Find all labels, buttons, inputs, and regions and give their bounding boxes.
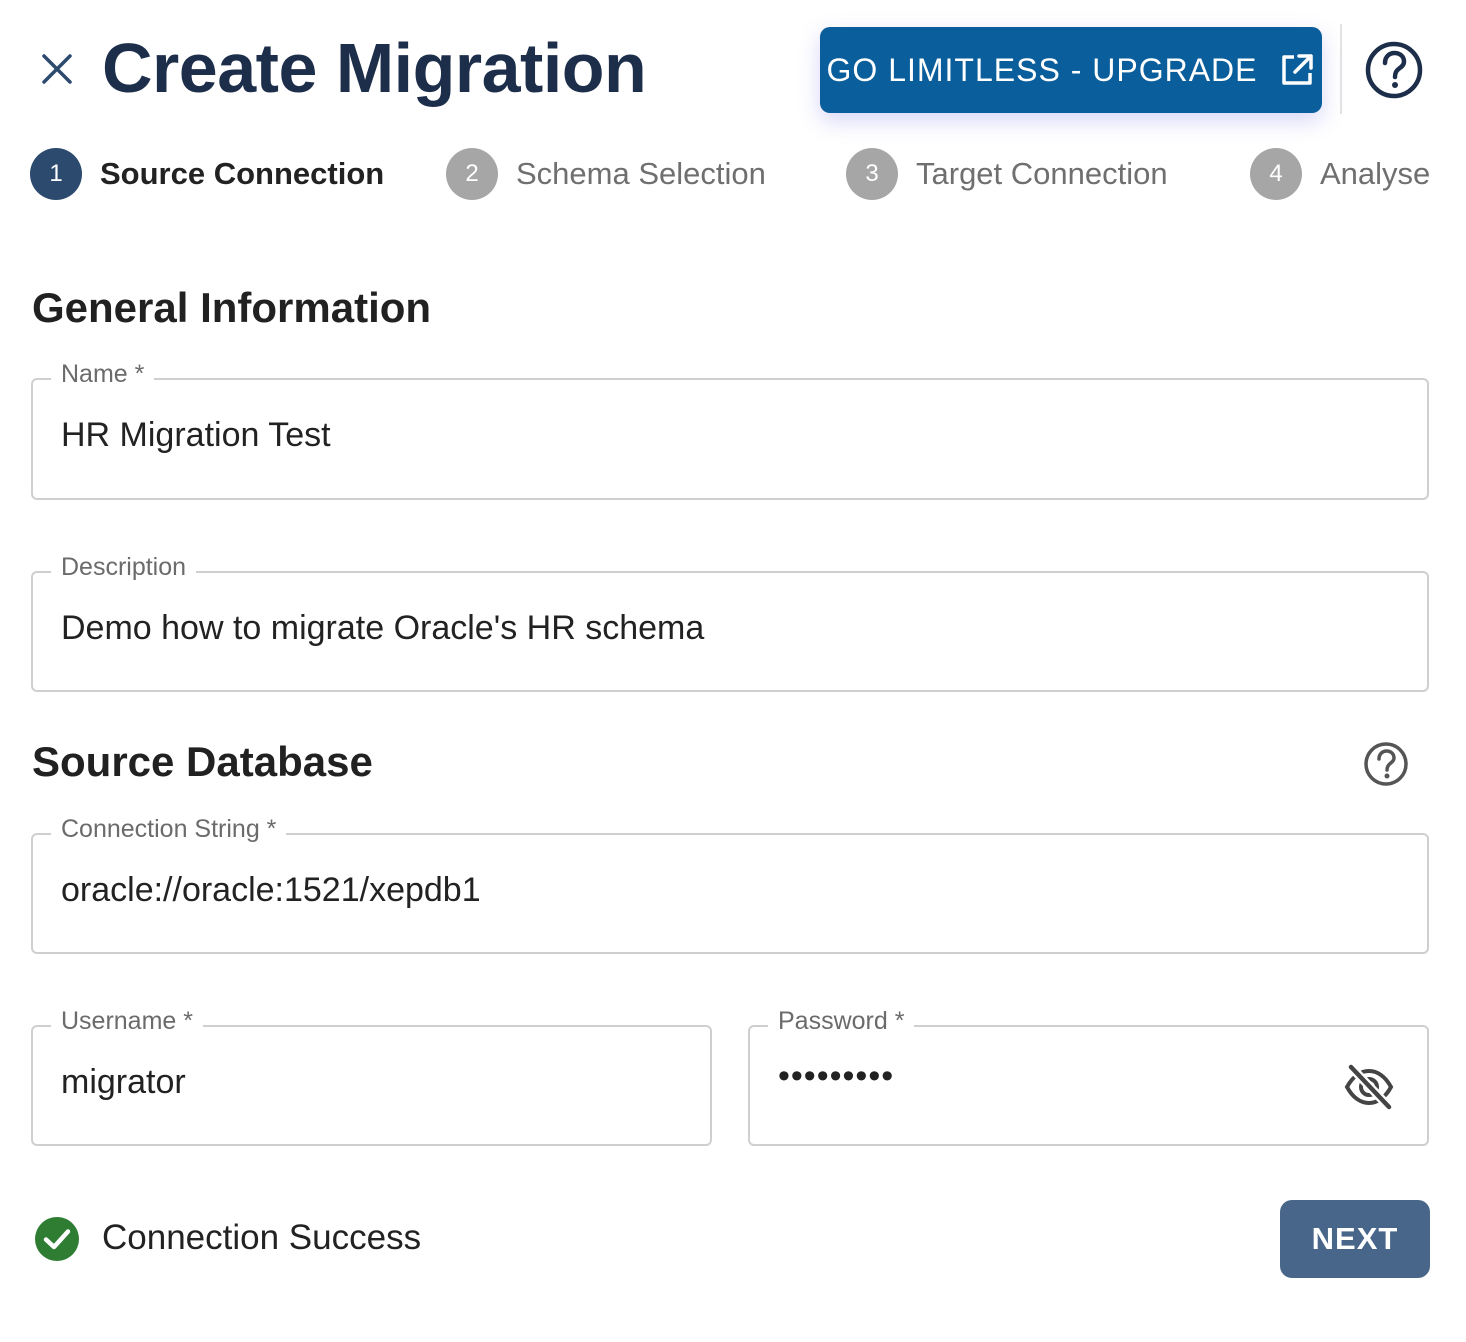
username-field[interactable]: Username * migrator xyxy=(31,1007,712,1146)
check-circle-icon xyxy=(35,1217,79,1261)
description-field[interactable]: Description Demo how to migrate Oracle's… xyxy=(31,553,1429,692)
help-circle-icon[interactable] xyxy=(1364,40,1424,100)
description-input[interactable]: Demo how to migrate Oracle's HR schema xyxy=(61,609,704,648)
close-icon xyxy=(42,54,72,84)
close-button[interactable] xyxy=(36,48,78,90)
general-information-heading: General Information xyxy=(32,284,432,331)
connection-string-label: Connection String * xyxy=(51,815,287,844)
step-label: Analyse xyxy=(1320,156,1431,191)
step-target-connection[interactable]: 3 Target Connection xyxy=(846,148,1168,200)
eye-off-icon[interactable] xyxy=(1343,1063,1395,1111)
step-label: Target Connection xyxy=(916,156,1168,191)
name-input[interactable]: HR Migration Test xyxy=(61,416,331,455)
password-label: Password * xyxy=(768,1007,915,1036)
header-divider xyxy=(1340,24,1342,114)
help-circle-icon[interactable] xyxy=(1362,740,1410,788)
external-link-icon xyxy=(1282,54,1314,85)
connection-status: Connection Success xyxy=(102,1218,422,1257)
step-number: 1 xyxy=(30,148,82,200)
step-label: Schema Selection xyxy=(516,156,766,191)
create-migration-dialog: Create Migration GO LIMITLESS - UPGRADE … xyxy=(0,0,1466,1342)
step-schema-selection[interactable]: 2 Schema Selection xyxy=(446,148,766,200)
source-database-heading: Source Database xyxy=(32,738,373,785)
step-analyse[interactable]: 4 Analyse xyxy=(1250,148,1430,200)
page-title: Create Migration xyxy=(102,29,647,107)
name-field[interactable]: Name * HR Migration Test xyxy=(31,360,1429,500)
username-input[interactable]: migrator xyxy=(61,1063,186,1102)
connection-string-field[interactable]: Connection String * oracle://oracle:1521… xyxy=(31,815,1429,954)
step-number: 3 xyxy=(846,148,898,200)
step-source-connection[interactable]: 1 Source Connection xyxy=(30,148,384,200)
step-number: 4 xyxy=(1250,148,1302,200)
name-field-label: Name * xyxy=(51,360,155,389)
next-button[interactable]: NEXT xyxy=(1280,1200,1430,1278)
stepper: 1 Source Connection 2 Schema Selection 3… xyxy=(0,148,1466,206)
password-field[interactable]: Password * ••••••••• xyxy=(748,1007,1429,1146)
username-label: Username * xyxy=(51,1007,203,1036)
step-number: 2 xyxy=(446,148,498,200)
description-field-label: Description xyxy=(51,553,197,582)
step-label: Source Connection xyxy=(100,156,385,191)
upgrade-button-label: GO LIMITLESS - UPGRADE xyxy=(826,51,1258,88)
upgrade-button[interactable]: GO LIMITLESS - UPGRADE xyxy=(820,27,1322,113)
password-input[interactable]: ••••••••• xyxy=(778,1057,894,1096)
connection-string-input[interactable]: oracle://oracle:1521/xepdb1 xyxy=(61,871,481,910)
